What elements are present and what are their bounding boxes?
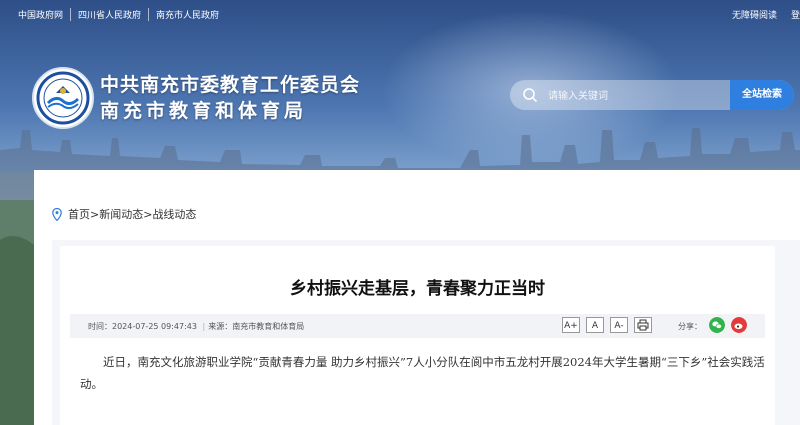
printer-icon <box>637 319 649 331</box>
font-decrease-button[interactable]: A- <box>610 317 628 333</box>
source-label: 来源： <box>208 322 233 331</box>
article-meta-bar: 时间：2024-07-25 09:47:43 | 来源：南充市教育和体育局 A+ … <box>70 314 765 338</box>
share-label: 分享： <box>678 322 702 331</box>
font-increase-button[interactable]: A+ <box>562 317 580 333</box>
logo-emblem-icon <box>36 71 90 125</box>
link-china-gov[interactable]: 中国政府网 <box>18 8 72 21</box>
left-green-scene <box>0 200 34 425</box>
breadcrumb-home[interactable]: 首页 <box>68 206 90 222</box>
link-nanchong-gov[interactable]: 南充市人民政府 <box>149 8 226 21</box>
article-source: 南充市教育和体育局 <box>232 322 305 331</box>
site-logo[interactable] <box>32 67 94 129</box>
search-input[interactable] <box>546 80 730 110</box>
publish-time: 2024-07-25 09:47:43 <box>112 322 197 331</box>
weibo-icon[interactable] <box>731 317 747 333</box>
link-sichuan-gov[interactable]: 四川省人民政府 <box>71 8 150 21</box>
login-link[interactable]: 登 <box>791 8 800 21</box>
location-pin-icon <box>52 207 62 221</box>
print-button[interactable] <box>634 317 652 333</box>
breadcrumb: 首页 > 新闻动态 > 战线动态 <box>52 206 196 222</box>
article-card: 乡村振兴走基层，青春聚力正当时 时间：2024-07-25 09:47:43 |… <box>60 246 775 425</box>
article-info: 时间：2024-07-25 09:47:43 | 来源：南充市教育和体育局 <box>88 321 304 332</box>
search-icon <box>523 88 538 103</box>
search-box: 全站检索 <box>510 80 794 110</box>
breadcrumb-separator: > <box>90 207 100 221</box>
wechat-icon[interactable] <box>709 317 725 333</box>
font-default-button[interactable]: A <box>586 317 604 333</box>
font-size-tools: A+ A A- <box>562 317 652 333</box>
time-label: 时间： <box>88 322 112 331</box>
breadcrumb-separator: > <box>143 207 153 221</box>
accessibility-link[interactable]: 无障碍阅读 <box>732 8 777 21</box>
top-right-links: 无障碍阅读 登 <box>732 8 800 21</box>
breadcrumb-current[interactable]: 战线动态 <box>152 206 196 222</box>
top-link-bar: 中国政府网 四川省人民政府 南充市人民政府 无障碍阅读 登 <box>0 0 800 28</box>
main-content: 首页 > 新闻动态 > 战线动态 乡村振兴走基层，青春聚力正当时 时间：2024… <box>34 170 800 425</box>
article-paragraph: 近日，南充文化旅游职业学院“贡献青春力量 助力乡村振兴”7人小分队在阆中市五龙村… <box>80 355 765 391</box>
search-button[interactable]: 全站检索 <box>730 80 794 110</box>
article-title: 乡村振兴走基层，青春聚力正当时 <box>290 279 545 299</box>
breadcrumb-news[interactable]: 新闻动态 <box>99 206 143 222</box>
site-title-line1: 中共南充市委教育工作委员会 <box>100 74 361 96</box>
gov-links: 中国政府网 四川省人民政府 南充市人民政府 <box>18 8 226 21</box>
site-title-line2: 南充市教育和体育局 <box>100 100 308 122</box>
meta-divider: | <box>202 322 206 331</box>
